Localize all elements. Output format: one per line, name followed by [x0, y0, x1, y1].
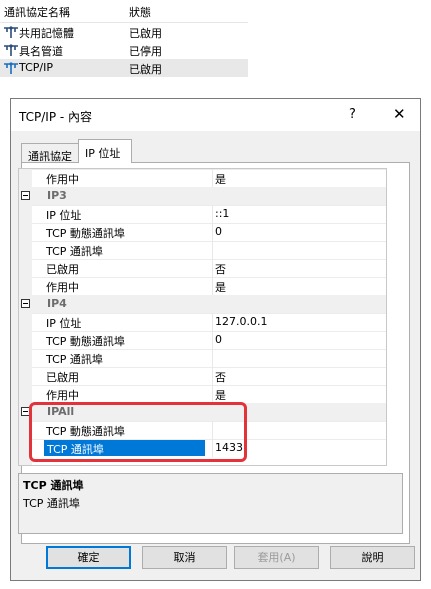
row-divider — [32, 169, 386, 170]
row-divider — [32, 259, 386, 260]
column-header-protocol-name[interactable]: 通訊協定名稱 — [4, 4, 70, 20]
collapse-toggle-icon[interactable] — [21, 191, 30, 200]
column-divider — [212, 331, 213, 349]
column-divider — [212, 259, 213, 277]
protocol-status: 已啟用 — [129, 63, 162, 76]
description-text: TCP 通訊埠 — [23, 497, 80, 510]
collapse-toggle-icon[interactable] — [21, 299, 30, 308]
grid-property-row[interactable]: IP 位址::1 — [19, 205, 386, 223]
property-name: IP 位址 — [46, 209, 82, 222]
tab-ip-addresses-label: IP 位址 — [85, 147, 121, 160]
help-question-button[interactable]: ? — [349, 107, 356, 122]
grid-property-row[interactable]: 作用中 是 — [19, 169, 386, 187]
property-name: 作用中 — [46, 389, 79, 402]
protocol-row[interactable]: 具名管道 已停用 — [0, 41, 248, 59]
protocol-row[interactable]: TCP/IP 已啟用 — [0, 59, 248, 77]
red-highlight-box — [29, 402, 247, 462]
column-divider — [212, 169, 213, 187]
grid-property-row[interactable]: TCP 動態通訊埠 0 — [19, 223, 386, 241]
property-name: TCP 通訊埠 — [46, 353, 103, 366]
property-name: 作用中 — [46, 281, 79, 294]
property-name: 已啟用 — [46, 371, 79, 384]
property-value[interactable]: 127.0.0.1 — [215, 315, 267, 328]
row-divider — [32, 223, 386, 224]
grid-property-row[interactable]: TCP 通訊埠 — [19, 241, 386, 259]
row-divider — [32, 241, 386, 242]
protocol-name: 共用記憶體 — [19, 27, 74, 40]
row-divider — [32, 313, 386, 314]
property-value[interactable]: 是 — [215, 171, 226, 187]
grid-property-row[interactable]: 已啟用 否 — [19, 259, 386, 277]
protocol-status: 已停用 — [129, 45, 162, 58]
grid-property-row[interactable]: TCP 動態通訊埠 0 — [19, 331, 386, 349]
property-name: TCP 通訊埠 — [46, 245, 103, 258]
protocol-icon — [4, 62, 18, 74]
protocol-list-header: 通訊協定名稱 狀態 — [0, 0, 248, 23]
property-value[interactable]: 是 — [215, 279, 226, 295]
help-button[interactable]: 說明 — [330, 546, 415, 569]
property-value[interactable]: 0 — [215, 333, 222, 346]
grid-property-row[interactable]: 作用中 是 — [19, 277, 386, 295]
apply-button[interactable]: 套用(A) — [234, 546, 319, 569]
property-name: TCP 動態通訊埠 — [46, 335, 125, 348]
property-name: IP 位址 — [46, 317, 82, 330]
protocol-status: 已啟用 — [129, 27, 162, 40]
grid-property-row[interactable]: TCP 通訊埠 — [19, 349, 386, 367]
column-divider — [212, 277, 213, 295]
grid-category-row[interactable]: IP3 — [19, 187, 386, 205]
property-name: 已啟用 — [46, 263, 79, 276]
close-button[interactable]: ✕ — [393, 105, 406, 123]
dialog-titlebar: TCP/IP - 內容 ? ✕ — [11, 99, 420, 131]
property-value[interactable]: 否 — [215, 261, 226, 277]
cancel-button[interactable]: 取消 — [142, 546, 227, 569]
row-divider — [32, 385, 386, 386]
property-description-panel: TCP 通訊埠 TCP 通訊埠 — [18, 473, 403, 534]
column-divider — [212, 313, 213, 331]
protocol-row[interactable]: 共用記憶體 已啟用 — [0, 23, 248, 41]
property-value[interactable]: 否 — [215, 369, 226, 385]
property-value[interactable]: 0 — [215, 225, 222, 238]
tab-ip-addresses[interactable]: IP 位址 — [78, 139, 132, 163]
tab-protocol[interactable]: 通訊協定 — [21, 143, 79, 163]
column-divider — [212, 367, 213, 385]
column-divider — [212, 205, 213, 223]
dialog-title: TCP/IP - 內容 — [19, 110, 93, 124]
category-name: IP4 — [47, 297, 67, 310]
grid-property-row[interactable]: 已啟用 否 — [19, 367, 386, 385]
category-name: IP3 — [47, 189, 67, 202]
protocol-name: 具名管道 — [19, 45, 63, 58]
property-name: TCP 動態通訊埠 — [46, 227, 125, 240]
ok-button[interactable]: 確定 — [46, 546, 131, 569]
grid-property-row[interactable]: IP 位址 127.0.0.1 — [19, 313, 386, 331]
grid-property-row[interactable]: 作用中 是 — [19, 385, 386, 403]
row-divider — [32, 205, 386, 206]
protocol-name: TCP/IP — [19, 61, 53, 74]
column-header-status[interactable]: 狀態 — [129, 4, 151, 20]
property-value[interactable]: 是 — [215, 387, 226, 403]
column-divider — [212, 349, 213, 367]
column-divider — [212, 241, 213, 259]
property-name: 作用中 — [46, 173, 79, 186]
description-title: TCP 通訊埠 — [23, 479, 84, 492]
row-divider — [32, 277, 386, 278]
property-value[interactable]: ::1 — [215, 207, 229, 220]
row-divider — [32, 349, 386, 350]
grid-category-row[interactable]: IP4 — [19, 295, 386, 313]
column-divider — [212, 223, 213, 241]
protocol-icon — [4, 26, 18, 38]
row-divider — [32, 367, 386, 368]
protocol-icon — [4, 44, 18, 56]
row-divider — [32, 331, 386, 332]
column-divider — [212, 385, 213, 403]
